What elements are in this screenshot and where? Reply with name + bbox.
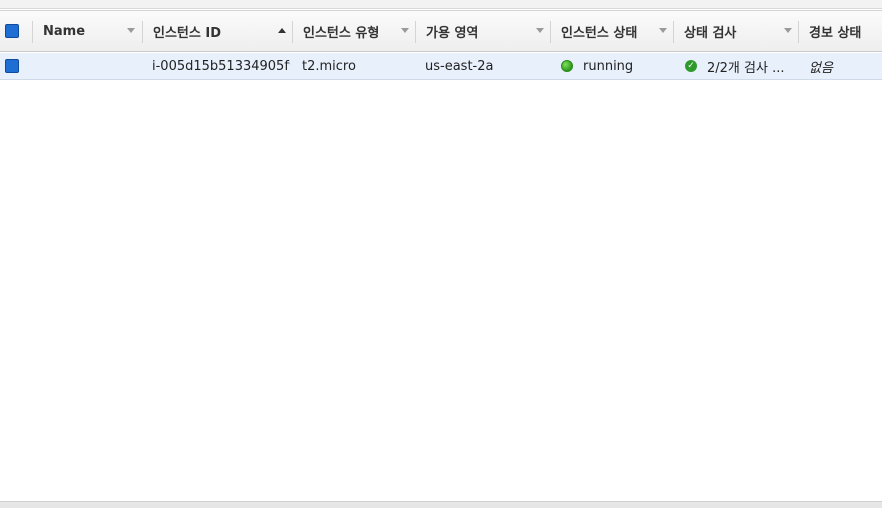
select-all-checkbox[interactable] — [5, 24, 19, 38]
cell-status-check[interactable]: ✓ 2/2개 검사 ... — [685, 53, 795, 79]
column-header-name[interactable]: Name — [33, 11, 141, 52]
column-header-label: 인스턴스 유형 — [303, 26, 380, 41]
column-header-status-check[interactable]: 상태 검사 — [674, 11, 797, 52]
top-strip — [0, 0, 882, 9]
horizontal-scrollbar[interactable] — [0, 501, 882, 508]
column-header-label: 가용 영역 — [426, 26, 479, 41]
cell-instance-type: t2.micro — [302, 58, 356, 74]
table-header: Name 인스턴스 ID 인스턴스 유형 가용 영역 인스턴스 상태 상태 검사… — [0, 10, 882, 52]
sort-down-icon[interactable] — [784, 28, 792, 33]
cell-name — [43, 53, 143, 79]
instance-state-text: running — [583, 58, 634, 74]
row-checkbox[interactable] — [5, 59, 19, 73]
column-header-label: 상태 검사 — [684, 26, 737, 41]
green-circle-icon — [561, 60, 573, 72]
column-header-label: 인스턴스 상태 — [561, 26, 638, 41]
column-header-label: 경보 상태 — [809, 26, 862, 41]
cell-instance-id: i-005d15b51334905f9 — [152, 58, 290, 74]
column-header-alarm-status[interactable]: 경보 상태 — [799, 11, 882, 52]
column-header-availability-zone[interactable]: 가용 영역 — [416, 11, 549, 52]
table-row[interactable]: i-005d15b51334905f9 t2.micro us-east-2a … — [0, 53, 882, 80]
sort-down-icon[interactable] — [536, 28, 544, 33]
cell-alarm-status: 없음 — [809, 60, 833, 76]
column-header-instance-id[interactable]: 인스턴스 ID — [143, 11, 291, 52]
check-circle-icon: ✓ — [685, 60, 697, 72]
column-header-instance-state[interactable]: 인스턴스 상태 — [551, 11, 672, 52]
sort-up-icon[interactable] — [278, 28, 286, 33]
sort-down-icon[interactable] — [401, 28, 409, 33]
sort-down-icon[interactable] — [659, 28, 667, 33]
sort-down-icon[interactable] — [127, 28, 135, 33]
column-header-label: 인스턴스 ID — [153, 26, 221, 41]
status-check-text: 2/2개 검사 ... — [707, 60, 785, 76]
cell-instance-state: running — [561, 53, 671, 79]
column-header-instance-type[interactable]: 인스턴스 유형 — [293, 11, 414, 52]
column-header-label: Name — [43, 24, 86, 39]
cell-availability-zone: us-east-2a — [425, 58, 494, 74]
